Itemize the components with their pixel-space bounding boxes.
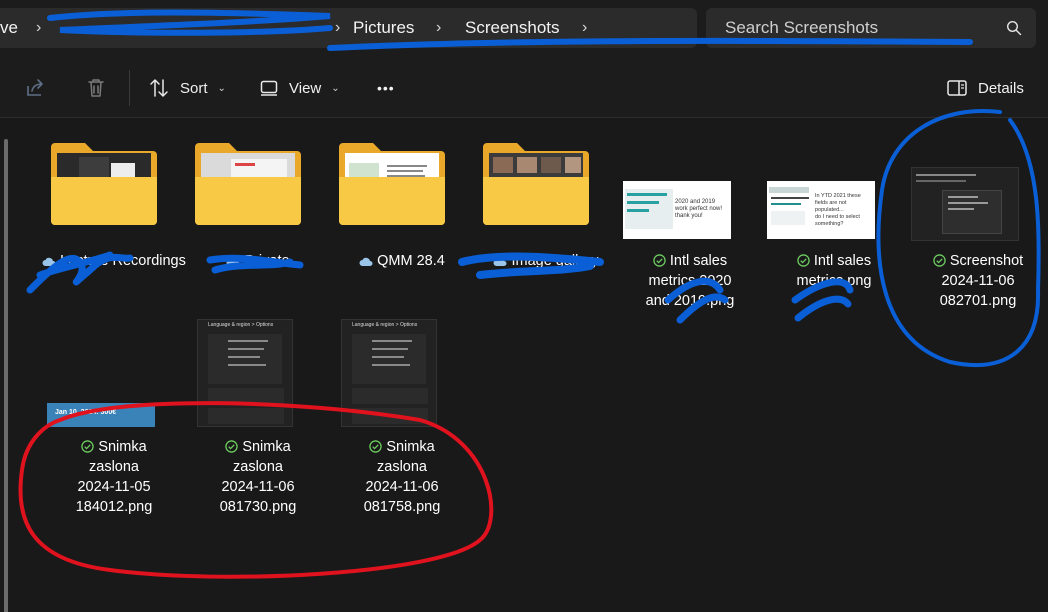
chevron-down-icon: ⌄ [217,82,226,94]
file-name: Snimka zaslona 2024-11-06 081730.png [219,439,297,515]
search-box[interactable]: Search Screenshots [706,8,1036,48]
synced-check-icon [933,254,946,267]
image-thumbnail [911,167,1019,241]
sort-label: Sort [180,79,208,97]
image-thumbnail: Language & region > Options [197,319,293,427]
file-name: Snimka zaslona 2024-11-05 184012.png [75,439,153,515]
share-button[interactable] [24,70,46,106]
breadcrumb[interactable]: ve › › Pictures › Screenshots › [0,8,697,48]
folder-tile[interactable]: Lecture Recordings [42,141,186,301]
synced-check-icon [369,440,383,453]
file-name: QMM 28.4 [327,251,477,271]
cloud-icon [493,257,507,266]
breadcrumb-item-partial[interactable]: ve [0,8,18,48]
view-label: View [289,79,322,97]
breadcrumb-item-pictures[interactable]: Pictures [353,8,414,48]
folder-icon [51,143,157,225]
command-bar: Sort ⌄ View ⌄ ••• Details [0,58,1048,118]
folder-icon [195,143,301,225]
details-pane-icon [947,80,967,96]
trash-icon [88,79,104,97]
folder-icon [483,143,589,225]
more-icon: ••• [377,80,395,96]
image-thumbnail: Jan 10, 2024: 300€ [47,403,155,427]
folder-tile[interactable]: Private [188,141,328,301]
breadcrumb-item-screenshots[interactable]: Screenshots [465,8,560,48]
file-name: Image gallery [471,251,621,271]
details-pane-button[interactable]: Details [946,70,1024,106]
vertical-scrollbar[interactable] [4,139,8,612]
share-icon [27,79,43,96]
folder-icon [339,143,445,225]
sort-icon [150,79,168,97]
image-file-tile[interactable]: Screenshot 2024-11-06 082701.png [908,141,1048,321]
breadcrumb-item-redacted[interactable] [60,8,330,48]
address-bar-row: ve › › Pictures › Screenshots › Search S… [0,0,1048,58]
synced-check-icon [225,440,239,453]
file-name: Screenshot 2024-11-06 082701.png [903,251,1048,311]
toolbar-divider [129,70,130,106]
image-file-tile[interactable]: In YTD 2021 these fields are not populat… [764,141,904,321]
file-name: Intl sales metrics 2020 and 2019.png [645,253,735,309]
view-button[interactable]: View ⌄ [259,70,340,106]
image-file-tile[interactable]: Language & region > Options Snimka zaslo… [332,319,472,519]
details-label: Details [978,79,1024,97]
synced-check-icon [81,440,95,453]
file-name: Snimka zaslona 2024-11-06 081758.png [363,439,441,515]
synced-check-icon [797,254,810,267]
chevron-right-icon[interactable]: › [582,8,587,48]
cloud-icon [359,257,373,266]
delete-button[interactable] [85,70,107,106]
file-name: Private [183,251,333,271]
folder-tile[interactable]: QMM 28.4 [332,141,472,301]
chevron-right-icon[interactable]: › [335,8,340,48]
sort-button[interactable]: Sort ⌄ [148,70,226,106]
cloud-icon [42,257,56,266]
more-options-button[interactable]: ••• [377,70,395,106]
chevron-right-icon[interactable]: › [36,8,41,48]
search-input[interactable]: Search Screenshots [725,8,878,48]
cloud-icon [226,257,240,266]
image-file-tile[interactable]: 2020 and 2019 work perfect now! thank yo… [620,141,760,321]
view-icon [260,80,278,96]
file-grid: Lecture Recordings Private QMM 28.4 Imag… [0,119,1048,612]
search-icon[interactable] [1006,20,1022,36]
file-name: Intl sales metrics.png [796,253,872,289]
folder-tile[interactable]: Image gallery [476,141,616,301]
chevron-down-icon: ⌄ [331,82,340,94]
synced-check-icon [653,254,666,267]
file-name: Lecture Recordings [39,251,189,271]
image-file-tile[interactable]: Jan 10, 2024: 300€ Snimka zaslona 2024-1… [44,319,184,519]
chevron-right-icon[interactable]: › [436,8,441,48]
image-thumbnail: Language & region > Options [341,319,437,427]
image-thumbnail: In YTD 2021 these fields are not populat… [767,181,875,239]
image-thumbnail: 2020 and 2019 work perfect now! thank yo… [623,181,731,239]
image-file-tile[interactable]: Language & region > Options Snimka zaslo… [188,319,328,519]
